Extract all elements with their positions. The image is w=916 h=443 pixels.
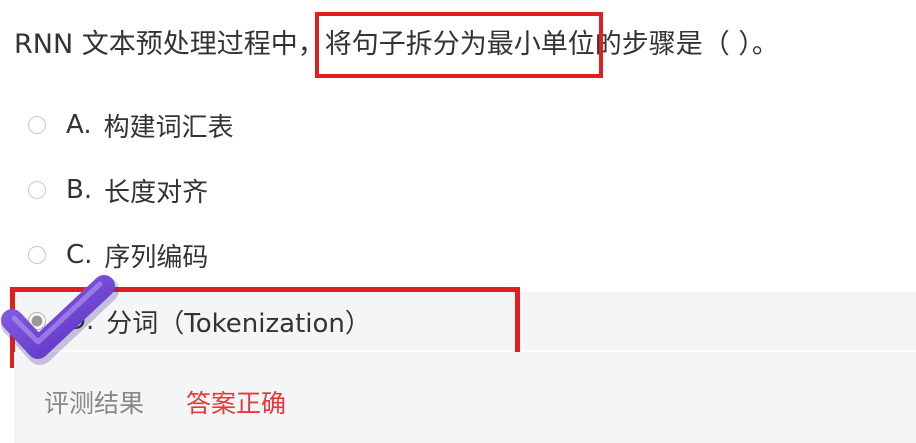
question-highlight: 将句子拆分为最小单位 bbox=[314, 12, 603, 78]
option-b-letter: B. bbox=[66, 175, 93, 205]
result-value: 答案正确 bbox=[186, 389, 287, 418]
option-d-letter: D. bbox=[66, 306, 95, 336]
radio-a[interactable] bbox=[28, 116, 46, 134]
option-d-text: 分词（Tokenization） bbox=[106, 308, 371, 339]
question-prefix: RNN 文本预处理过程中， bbox=[14, 29, 325, 60]
option-c[interactable]: C. 序列编码 bbox=[28, 230, 208, 280]
question-text: RNN 文本预处理过程中，将句子拆分为最小单位的步骤是（ ）。 bbox=[14, 12, 779, 78]
radio-c[interactable] bbox=[28, 246, 46, 264]
option-a-letter: A. bbox=[66, 110, 92, 140]
option-b-text: 长度对齐 bbox=[104, 177, 209, 208]
radio-b[interactable] bbox=[28, 181, 46, 199]
result-panel: 评测结果 答案正确 bbox=[14, 352, 916, 443]
option-d[interactable]: D. 分词（Tokenization） bbox=[28, 296, 371, 346]
option-c-text: 序列编码 bbox=[104, 242, 209, 273]
question-suffix: 的步骤是（ ）。 bbox=[594, 29, 779, 60]
result-label: 评测结果 bbox=[44, 389, 145, 418]
option-c-letter: C. bbox=[66, 240, 93, 270]
option-a-text: 构建词汇表 bbox=[103, 112, 234, 143]
question-card: RNN 文本预处理过程中，将句子拆分为最小单位的步骤是（ ）。 A. 构建词汇表… bbox=[0, 0, 916, 443]
option-b[interactable]: B. 长度对齐 bbox=[28, 165, 208, 215]
option-a[interactable]: A. 构建词汇表 bbox=[28, 100, 234, 150]
radio-d[interactable] bbox=[28, 312, 46, 330]
